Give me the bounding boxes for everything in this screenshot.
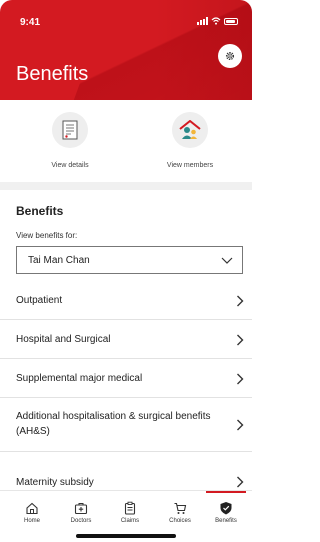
list-item-maternity-subsidy[interactable]: Maternity subsidy: [0, 452, 252, 490]
status-icons: [197, 17, 238, 25]
shield-check-icon: [220, 502, 232, 515]
family-house-icon: [172, 112, 208, 148]
home-indicator: [76, 534, 176, 538]
tab-label: Choices: [169, 518, 191, 524]
status-time: 9:41: [20, 17, 41, 28]
view-details-label: View details: [51, 162, 89, 169]
member-select-value: Tai Man Chan: [28, 254, 90, 266]
tab-label: Claims: [120, 518, 140, 524]
chevron-down-icon: [221, 257, 233, 264]
view-members-label: View members: [166, 162, 214, 169]
member-select[interactable]: Tai Man Chan: [16, 246, 243, 274]
page-title: Benefits: [16, 63, 89, 85]
view-details-button[interactable]: View details: [30, 112, 110, 169]
chevron-right-icon: [237, 476, 244, 488]
wifi-icon: [211, 17, 221, 25]
signal-icon: [197, 17, 208, 25]
section-divider: [0, 182, 252, 190]
quick-actions: View details View members: [0, 100, 252, 182]
settings-button[interactable]: [218, 44, 242, 68]
cart-icon: [174, 502, 187, 514]
tab-doctors[interactable]: Doctors: [56, 491, 106, 535]
clipboard-icon: [124, 501, 136, 515]
list-item-label: Supplemental major medical: [16, 373, 143, 384]
chevron-right-icon: [237, 295, 244, 307]
chevron-right-icon: [237, 419, 244, 431]
tab-home[interactable]: Home: [7, 491, 57, 535]
document-icon: [52, 112, 88, 148]
view-benefits-for-label: View benefits for:: [16, 231, 78, 240]
list-item-label: Maternity subsidy: [16, 477, 94, 488]
chevron-right-icon: [237, 334, 244, 346]
view-members-button[interactable]: View members: [150, 112, 230, 169]
list-item-ahs[interactable]: Additional hospitalisation & surgical be…: [0, 398, 252, 452]
tab-choices[interactable]: Choices: [155, 491, 205, 535]
header: 9:41 Benefits: [0, 0, 252, 100]
list-item-hospital-surgical[interactable]: Hospital and Surgical: [0, 320, 252, 359]
medical-bag-icon: [74, 503, 88, 515]
gear-icon: [225, 51, 235, 61]
list-item-label: Additional hospitalisation & surgical be…: [16, 411, 211, 437]
tab-claims[interactable]: Claims: [105, 491, 155, 535]
chevron-right-icon: [237, 373, 244, 385]
home-icon: [26, 502, 38, 515]
tab-label: Home: [23, 518, 40, 524]
tab-benefits[interactable]: Benefits: [201, 491, 251, 535]
list-item-label: Outpatient: [16, 295, 63, 306]
list-item-outpatient[interactable]: Outpatient: [0, 282, 252, 320]
tab-label: Doctors: [70, 518, 92, 524]
app-screen: 9:41 Benefits View details View members …: [0, 0, 252, 542]
list-item-supplemental-major-medical[interactable]: Supplemental major medical: [0, 359, 252, 398]
battery-icon: [224, 17, 238, 25]
tab-label: Benefits: [215, 518, 237, 524]
benefits-section-title: Benefits: [16, 204, 64, 218]
list-item-label: Hospital and Surgical: [16, 334, 111, 345]
